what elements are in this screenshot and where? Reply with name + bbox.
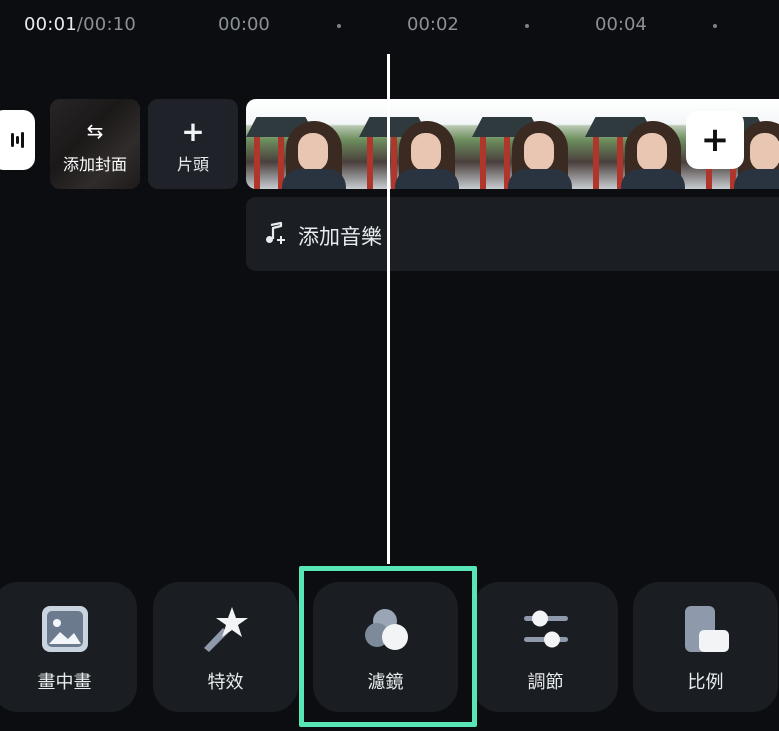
tick-dot bbox=[713, 24, 717, 28]
audio-toggle-button[interactable] bbox=[0, 110, 35, 170]
filter-highlight-frame bbox=[299, 566, 477, 727]
add-cover-label: 添加封面 bbox=[62, 155, 127, 174]
video-frame-thumbnail bbox=[585, 99, 698, 189]
music-note-icon bbox=[266, 221, 285, 244]
add-intro-button[interactable]: + 片頭 bbox=[148, 99, 238, 189]
add-music-track[interactable]: 添加音樂 bbox=[246, 197, 779, 271]
time-ruler[interactable]: 00:01/00:10 00:00 00:02 00:04 bbox=[0, 0, 779, 54]
video-frame-thumbnail bbox=[246, 99, 359, 189]
swap-icon: ⇆ bbox=[86, 119, 104, 143]
add-clip-button[interactable]: + bbox=[686, 111, 744, 169]
tool-label: 調節 bbox=[527, 672, 564, 693]
add-music-label: 添加音樂 bbox=[298, 225, 382, 249]
add-cover-button[interactable]: ⇆ 添加封面 bbox=[50, 99, 140, 189]
tool-aspect-ratio[interactable]: 比例 bbox=[633, 582, 778, 712]
audio-waveform-icon bbox=[10, 132, 24, 148]
tool-effects[interactable]: 特效 bbox=[153, 582, 298, 712]
video-frame-thumbnail bbox=[472, 99, 585, 189]
tick-dot bbox=[337, 24, 341, 28]
current-time: 00:01 bbox=[24, 14, 77, 35]
aspect-ratio-icon bbox=[684, 606, 729, 652]
adjust-sliders-icon bbox=[523, 610, 568, 648]
picture-in-picture-icon bbox=[41, 606, 88, 652]
tool-picture-in-picture[interactable]: 畫中畫 bbox=[0, 582, 137, 712]
plus-icon: + bbox=[181, 115, 205, 148]
tick-label: 00:00 bbox=[218, 14, 270, 35]
playback-time: 00:01/00:10 bbox=[24, 14, 136, 35]
effects-star-icon bbox=[203, 607, 248, 652]
tick-label: 00:02 bbox=[407, 14, 459, 35]
intro-label: 片頭 bbox=[176, 155, 209, 174]
tool-label: 特效 bbox=[207, 672, 244, 693]
tool-adjust[interactable]: 調節 bbox=[473, 582, 618, 712]
cover-thumbnail bbox=[50, 99, 140, 189]
total-time: /00:10 bbox=[76, 14, 137, 35]
playhead[interactable] bbox=[387, 54, 390, 564]
tick-dot bbox=[525, 24, 529, 28]
tool-label: 畫中畫 bbox=[37, 672, 92, 693]
video-frame-thumbnail bbox=[359, 99, 472, 189]
plus-icon: + bbox=[700, 120, 730, 160]
tick-label: 00:04 bbox=[595, 14, 647, 35]
tool-label: 比例 bbox=[687, 672, 724, 693]
